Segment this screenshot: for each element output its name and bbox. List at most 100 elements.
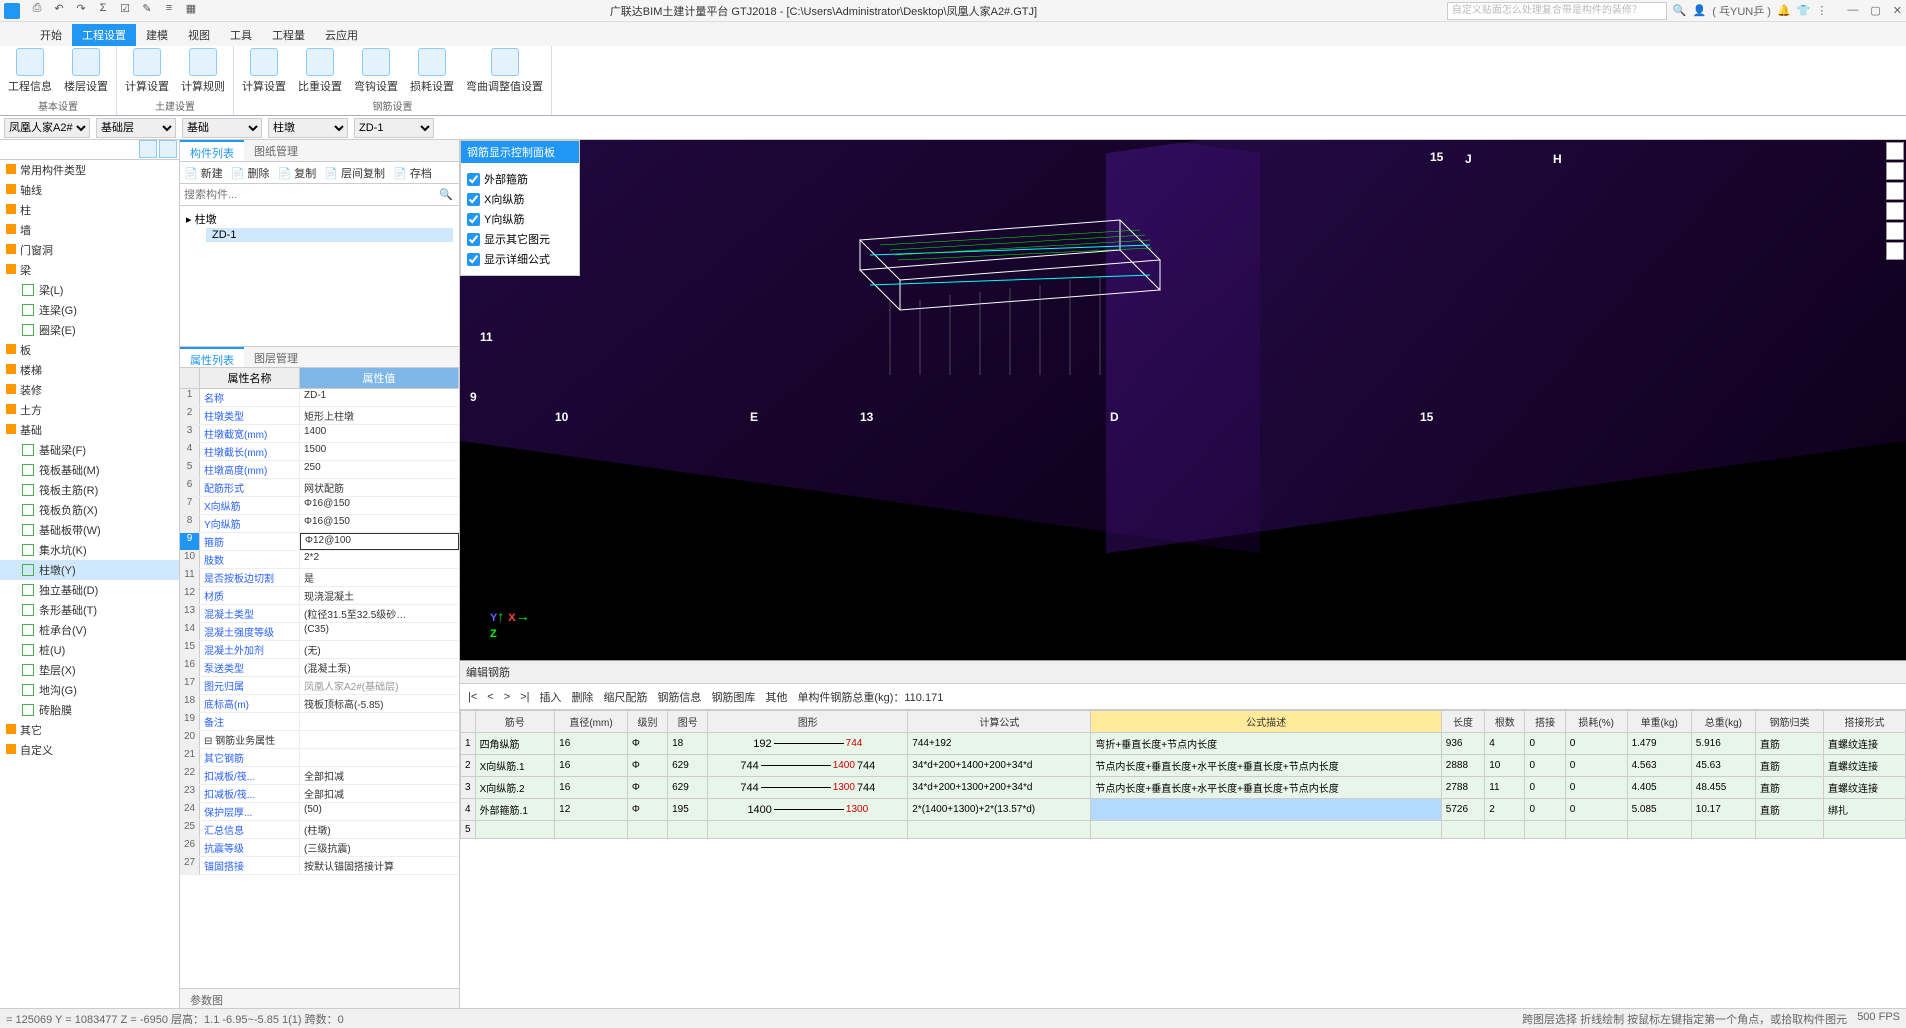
category-item[interactable]: 楼梯 xyxy=(0,360,179,380)
subcategory-item[interactable]: 筏板主筋(R) xyxy=(0,480,179,500)
floor-select[interactable]: 基础层 xyxy=(96,118,176,138)
property-row[interactable]: 8Y向纵筋Φ16@150 xyxy=(180,515,459,533)
er-toolbar-button[interactable]: 缩尺配筋 xyxy=(603,689,647,705)
subcategory-item[interactable]: 集水坑(K) xyxy=(0,540,179,560)
visibility-checkbox[interactable] xyxy=(467,173,480,186)
qat-btn[interactable]: ✎ xyxy=(138,2,156,20)
param-diagram-tab[interactable]: 参数图 xyxy=(180,989,233,1010)
er-toolbar-button[interactable]: 插入 xyxy=(539,689,561,705)
visibility-checkbox[interactable] xyxy=(467,253,480,266)
property-row[interactable]: 13混凝土类型(粒径31.5至32.5级砂… xyxy=(180,605,459,623)
category-item[interactable]: 基础 xyxy=(0,420,179,440)
qat-btn[interactable]: ⎙ xyxy=(28,2,46,20)
compass-gizmo[interactable]: Y↑ X→Z xyxy=(490,608,530,640)
subcategory-item[interactable]: 地沟(G) xyxy=(0,680,179,700)
visibility-checkbox[interactable] xyxy=(467,213,480,226)
search-icon[interactable]: 🔍 xyxy=(1673,4,1687,17)
subcategory-item[interactable]: 梁(L) xyxy=(0,280,179,300)
er-toolbar-button[interactable]: 其他 xyxy=(765,689,787,705)
rebar-row[interactable]: 4外部箍筋.112Φ195140013002*(1400+1300)+2*(13… xyxy=(461,799,1906,821)
subcategory-item[interactable]: 连梁(G) xyxy=(0,300,179,320)
subcategory-item[interactable]: 圈梁(E) xyxy=(0,320,179,340)
tab-drawing-mgmt[interactable]: 图纸管理 xyxy=(244,140,308,161)
list-view-icon[interactable] xyxy=(139,140,157,158)
property-row[interactable]: 15混凝土外加剂(无) xyxy=(180,641,459,659)
toolbar-button[interactable]: 📄 存档 xyxy=(393,165,432,181)
instance-select[interactable]: ZD-1 xyxy=(354,118,434,138)
bell-icon[interactable]: 🔔 xyxy=(1777,4,1791,17)
subcategory-item[interactable]: 筏板基础(M) xyxy=(0,460,179,480)
property-row[interactable]: 4柱墩截长(mm)1500 xyxy=(180,443,459,461)
category-item[interactable]: 常用构件类型 xyxy=(0,160,179,180)
3d-viewport[interactable]: 钢筋显示控制面板 外部箍筋X向纵筋Y向纵筋显示其它图元显示详细公式 xyxy=(460,140,1906,660)
subcategory-item[interactable]: 筏板负筋(X) xyxy=(0,500,179,520)
rebar-row[interactable]: 2X向纵筋.116Φ629744140074434*d+200+1400+200… xyxy=(461,755,1906,777)
tree-node[interactable]: ▸ 柱墩 xyxy=(186,210,453,228)
er-toolbar-button[interactable]: < xyxy=(487,691,493,703)
property-row[interactable]: 6配筋形式网状配筋 xyxy=(180,479,459,497)
ribbon-button[interactable]: 弯曲调整值设置 xyxy=(466,48,543,94)
toolbar-button[interactable]: 📄 新建 xyxy=(184,165,223,181)
grid-view-icon[interactable] xyxy=(159,140,177,158)
subcategory-item[interactable]: 柱墩(Y) xyxy=(0,560,179,580)
property-row[interactable]: 26抗震等级(三级抗震) xyxy=(180,839,459,857)
category-item[interactable]: 板 xyxy=(0,340,179,360)
property-row[interactable]: 24保护层厚...(50) xyxy=(180,803,459,821)
view-tool[interactable] xyxy=(1886,222,1904,240)
visibility-checkbox[interactable] xyxy=(467,233,480,246)
subcategory-item[interactable]: 基础板带(W) xyxy=(0,520,179,540)
ribbon-tab[interactable]: 工程量 xyxy=(262,24,315,46)
subcategory-item[interactable]: 独立基础(D) xyxy=(0,580,179,600)
subcategory-item[interactable]: 条形基础(T) xyxy=(0,600,179,620)
ribbon-tab[interactable]: 工程设置 xyxy=(72,24,136,46)
ribbon-tab[interactable]: 建模 xyxy=(136,24,178,46)
view-tool[interactable] xyxy=(1886,182,1904,200)
ribbon-tab[interactable]: 工具 xyxy=(220,24,262,46)
property-row[interactable]: 18底标高(m)筏板顶标高(-5.85) xyxy=(180,695,459,713)
property-row[interactable]: 7X向纵筋Φ16@150 xyxy=(180,497,459,515)
ribbon-button[interactable]: 工程信息 xyxy=(8,48,52,94)
property-row[interactable]: 14混凝土强度等级(C35) xyxy=(180,623,459,641)
subcategory-item[interactable]: 桩承台(V) xyxy=(0,620,179,640)
qat-btn[interactable]: ↶ xyxy=(50,2,68,20)
category-item[interactable]: 门窗洞 xyxy=(0,240,179,260)
rebar-row[interactable]: 1四角纵筋16Φ18192744744+192弯折+垂直长度+节点内长度9364… xyxy=(461,733,1906,755)
toolbar-button[interactable]: 📄 删除 xyxy=(231,165,270,181)
toolbar-button[interactable]: 📄 复制 xyxy=(278,165,317,181)
ribbon-tab[interactable]: 开始 xyxy=(30,24,72,46)
qat-btn[interactable]: ≡ xyxy=(160,2,178,20)
category-item[interactable]: 土方 xyxy=(0,400,179,420)
ribbon-tab[interactable]: 云应用 xyxy=(315,24,368,46)
category-item[interactable]: 梁 xyxy=(0,260,179,280)
view-tool[interactable] xyxy=(1886,142,1904,160)
menu-icon[interactable]: ⋮ xyxy=(1816,4,1827,17)
ribbon-button[interactable]: 计算设置 xyxy=(125,48,169,94)
category-item[interactable]: 自定义 xyxy=(0,740,179,760)
property-row[interactable]: 22扣减板/筏...全部扣减 xyxy=(180,767,459,785)
view-tool[interactable] xyxy=(1886,162,1904,180)
property-row[interactable]: 12材质现浇混凝土 xyxy=(180,587,459,605)
maximize-button[interactable]: ▢ xyxy=(1870,4,1880,17)
ribbon-button[interactable]: 计算设置 xyxy=(242,48,286,94)
project-select[interactable]: 凤凰人家A2# xyxy=(4,118,90,138)
category-item[interactable]: 其它 xyxy=(0,720,179,740)
er-toolbar-button[interactable]: > xyxy=(504,691,510,703)
ribbon-tab[interactable]: 视图 xyxy=(178,24,220,46)
category-item[interactable]: 柱 xyxy=(0,200,179,220)
er-toolbar-button[interactable]: >| xyxy=(520,691,529,703)
component-search[interactable] xyxy=(180,189,433,201)
view-tool[interactable] xyxy=(1886,242,1904,260)
subcategory-item[interactable]: 桩(U) xyxy=(0,640,179,660)
tab-properties[interactable]: 属性列表 xyxy=(180,347,244,367)
subcategory-item[interactable]: 垫层(X) xyxy=(0,660,179,680)
category-item[interactable]: 轴线 xyxy=(0,180,179,200)
qat-btn[interactable]: ↷ xyxy=(72,2,90,20)
close-button[interactable]: ✕ xyxy=(1893,4,1902,17)
minimize-button[interactable]: — xyxy=(1847,4,1858,17)
user-name[interactable]: ( 乓YUN乒 ) xyxy=(1712,3,1771,19)
tab-component-list[interactable]: 构件列表 xyxy=(180,140,244,161)
property-row[interactable]: 19备注 xyxy=(180,713,459,731)
ribbon-button[interactable]: 弯钩设置 xyxy=(354,48,398,94)
skin-icon[interactable]: 👕 xyxy=(1797,4,1811,17)
property-row[interactable]: 10肢数2*2 xyxy=(180,551,459,569)
